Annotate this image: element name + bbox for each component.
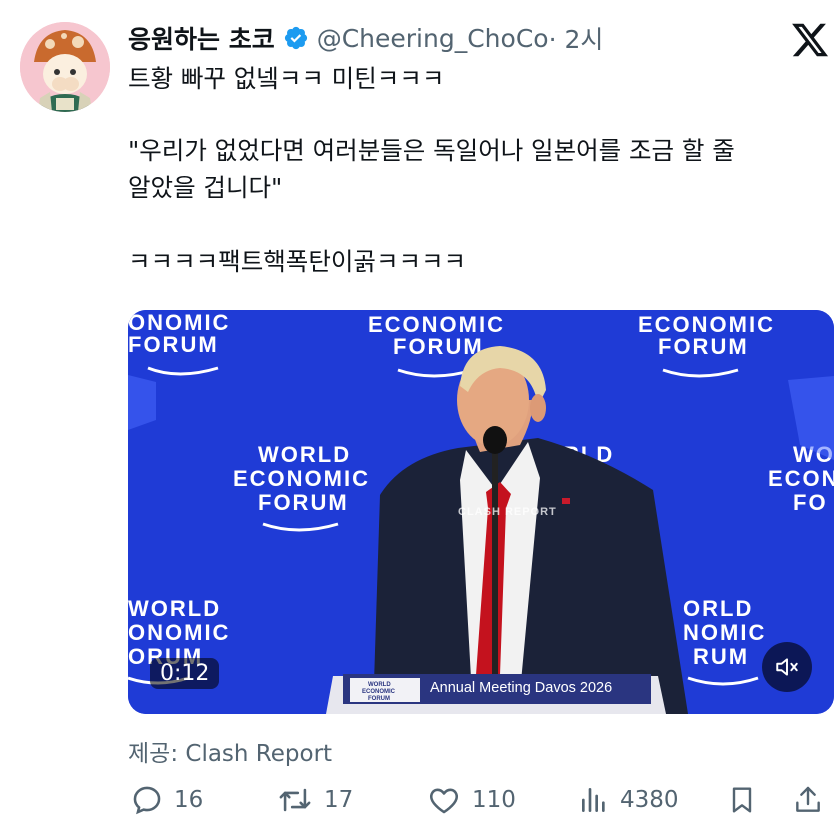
tweet-text-line: 트황 빠꾸 없넼ㅋㅋ 미틴ㅋㅋㅋ <box>128 64 445 93</box>
podium-caption: Annual Meeting Davos 2026 <box>430 680 613 696</box>
svg-text:ECONOMIC: ECONOMIC <box>362 689 396 695</box>
share-button[interactable] <box>792 782 824 818</box>
muted-speaker-icon <box>776 658 798 676</box>
reply-button[interactable]: 16 <box>130 782 203 818</box>
x-logo-icon[interactable] <box>790 20 830 60</box>
tweet-text: 트황 빠꾸 없넼ㅋㅋ 미틴ㅋㅋㅋ "우리가 없었다면 여러분들은 독일어나 일본… <box>128 60 833 280</box>
retweet-icon <box>279 788 311 812</box>
avatar[interactable] <box>20 22 110 112</box>
svg-text:ECONOMIC: ECONOMIC <box>233 466 370 491</box>
post-time[interactable]: · 2시 <box>549 20 604 56</box>
media-source-label[interactable]: 제공: Clash Report <box>128 734 332 768</box>
svg-text:FORUM: FORUM <box>393 334 484 359</box>
svg-text:FORUM: FORUM <box>368 696 390 702</box>
like-count: 110 <box>472 787 516 813</box>
reply-icon <box>133 786 161 815</box>
svg-text:RUM: RUM <box>693 644 749 669</box>
svg-text:FORUM: FORUM <box>658 334 749 359</box>
views-chart-icon <box>582 788 605 812</box>
display-name[interactable]: 응원하는 초코 <box>128 20 275 56</box>
view-count: 4380 <box>620 787 679 813</box>
svg-text:ORLD: ORLD <box>683 596 753 621</box>
bookmark-button[interactable] <box>726 782 758 818</box>
tweet-quote-line: "우리가 없었다면 여러분들은 독일어나 일본어를 조금 할 줄 <box>128 136 735 165</box>
svg-text:NOMIC: NOMIC <box>683 620 766 645</box>
bookmark-icon <box>732 787 752 813</box>
svg-text:FORUM: FORUM <box>258 490 349 515</box>
svg-text:ECON: ECON <box>768 466 834 491</box>
svg-text:FO: FO <box>793 490 828 515</box>
avatar-illustration <box>20 22 110 112</box>
share-icon <box>796 786 820 812</box>
watermark: CLASH REPORT <box>458 506 557 518</box>
svg-text:WORLD: WORLD <box>258 442 351 467</box>
tweet-card: 응원하는 초코 @Cheering_ChoCo · 2시 트황 빠꾸 없넼ㅋㅋ … <box>0 0 835 824</box>
video-player[interactable]: ONOMIC FORUM ECONOMIC FORUM ECONOMIC FOR… <box>128 310 834 714</box>
verified-badge-icon <box>284 26 307 50</box>
svg-text:ONOMIC: ONOMIC <box>128 620 230 645</box>
views-button[interactable]: 4380 <box>578 782 679 818</box>
like-button[interactable]: 110 <box>426 782 516 818</box>
svg-text:WORLD: WORLD <box>368 682 391 688</box>
user-handle[interactable]: @Cheering_ChoCo <box>317 24 549 53</box>
svg-text:WORLD: WORLD <box>128 596 221 621</box>
mute-button[interactable] <box>762 642 812 692</box>
tweet-quote-line: 알았을 겁니다" <box>128 173 283 202</box>
reply-count: 16 <box>174 787 204 813</box>
retweet-count: 17 <box>324 787 354 813</box>
heart-icon <box>430 788 458 814</box>
svg-text:FORUM: FORUM <box>128 332 219 357</box>
retweet-button[interactable]: 17 <box>276 782 353 818</box>
video-timestamp: 0:12 <box>150 658 220 689</box>
tweet-text-line: ㅋㅋㅋㅋ팩트핵폭탄이곩ㅋㅋㅋㅋ <box>128 247 467 276</box>
tweet-header: 응원하는 초코 @Cheering_ChoCo · 2시 <box>128 18 603 58</box>
